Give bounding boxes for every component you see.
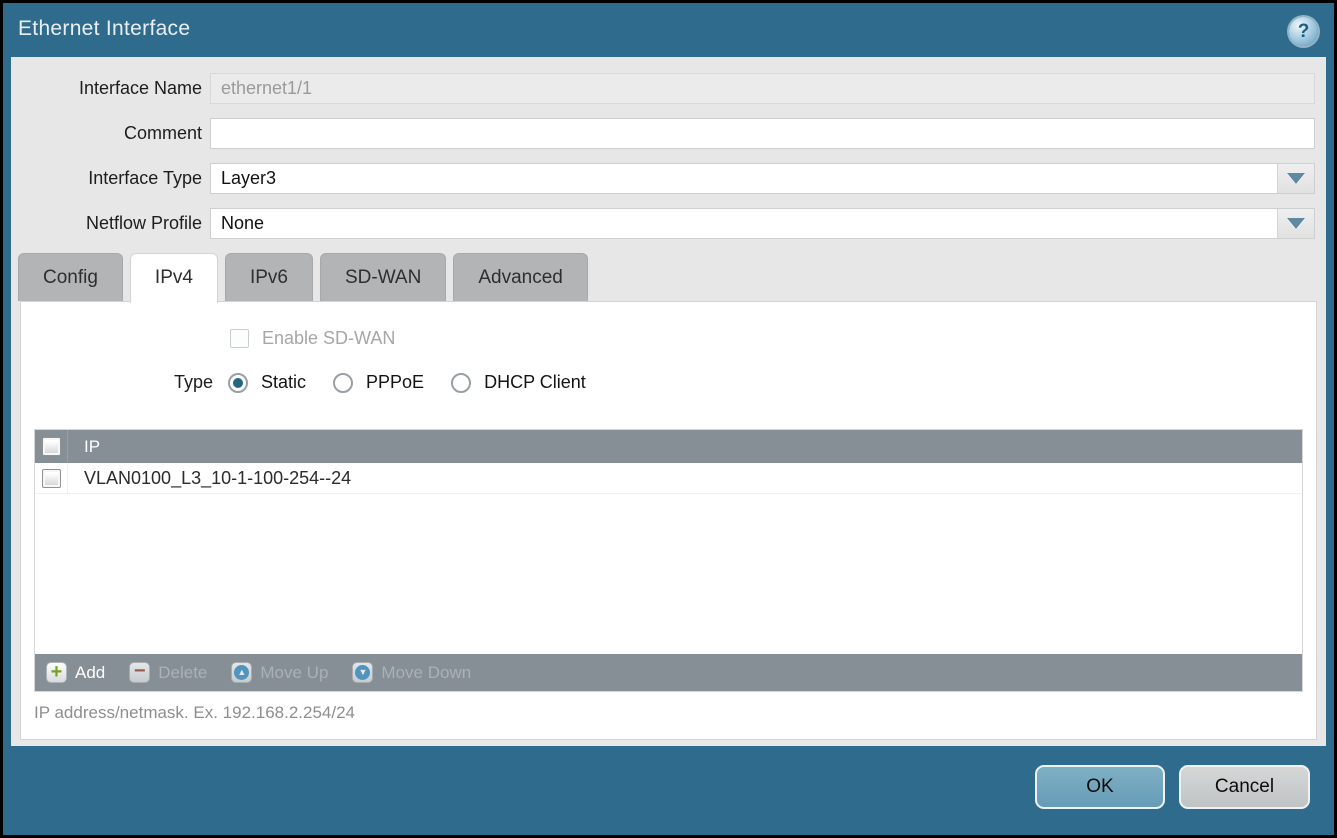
- ip-table-header: IP: [35, 430, 1302, 463]
- move-down-button: ▼ Move Down: [352, 662, 471, 683]
- radio-unselected-icon: [333, 373, 353, 393]
- interface-type-dropdown[interactable]: Layer3: [210, 163, 1315, 194]
- delete-button: − Delete: [129, 662, 207, 683]
- radio-pppoe[interactable]: PPPoE: [333, 372, 424, 393]
- ok-button[interactable]: OK: [1035, 765, 1165, 809]
- tab-ipv4[interactable]: IPv4: [130, 253, 218, 303]
- ethernet-interface-dialog: Ethernet Interface ? Interface Name Comm…: [3, 3, 1334, 835]
- radio-static[interactable]: Static: [228, 372, 306, 393]
- interface-type-label: Interface Type: [11, 163, 202, 194]
- comment-label: Comment: [11, 118, 202, 149]
- interface-type-dropdown-button[interactable]: [1277, 164, 1314, 193]
- help-icon: ?: [1298, 22, 1310, 41]
- netflow-profile-label: Netflow Profile: [11, 208, 202, 239]
- select-all-checkbox[interactable]: [42, 437, 61, 456]
- type-label: Type: [21, 372, 213, 393]
- radio-selected-icon: [228, 373, 248, 393]
- row-checkbox[interactable]: [42, 469, 61, 488]
- chevron-down-icon: [1287, 218, 1305, 229]
- type-radio-group: Type Static PPPoE DHCP Client: [21, 372, 613, 393]
- ipv4-tab-panel: Enable SD-WAN Type Static PPPoE DHCP Cli…: [20, 301, 1317, 740]
- move-up-button: ▲ Move Up: [231, 662, 328, 683]
- add-button[interactable]: + Add: [46, 662, 105, 683]
- dialog-footer: OK Cancel: [3, 746, 1334, 835]
- comment-field-wrap: [210, 118, 1315, 149]
- ip-column-header: IP: [68, 437, 100, 457]
- tab-advanced[interactable]: Advanced: [453, 253, 588, 301]
- table-toolbar: + Add − Delete ▲ Move Up: [35, 654, 1302, 691]
- interface-name-field: [210, 73, 1315, 104]
- netflow-profile-dropdown-button[interactable]: [1277, 209, 1314, 238]
- cancel-button[interactable]: Cancel: [1179, 765, 1310, 809]
- enable-sdwan-label: Enable SD-WAN: [262, 328, 395, 349]
- netflow-profile-value: None: [211, 209, 1277, 238]
- interface-name-field-wrap: [210, 73, 1315, 104]
- chevron-down-icon: [1287, 173, 1305, 184]
- table-row[interactable]: VLAN0100_L3_10-1-100-254--24: [35, 463, 1302, 494]
- ip-table: IP VLAN0100_L3_10-1-100-254--24 + Add: [34, 429, 1303, 692]
- comment-field[interactable]: [210, 118, 1315, 149]
- tab-sdwan[interactable]: SD-WAN: [320, 253, 446, 301]
- ip-help-text: IP address/netmask. Ex. 192.168.2.254/24: [34, 703, 355, 723]
- radio-unselected-icon: [451, 373, 471, 393]
- radio-dhcp-client[interactable]: DHCP Client: [451, 372, 586, 393]
- plus-icon: +: [46, 662, 67, 683]
- interface-type-value: Layer3: [211, 164, 1277, 193]
- dialog-title: Ethernet Interface: [18, 17, 190, 41]
- arrow-down-icon: ▼: [352, 662, 373, 683]
- arrow-up-icon: ▲: [231, 662, 252, 683]
- enable-sdwan-row: Enable SD-WAN: [230, 328, 395, 349]
- tab-ipv6[interactable]: IPv6: [225, 253, 313, 301]
- enable-sdwan-checkbox: [230, 329, 249, 348]
- ip-row-value: VLAN0100_L3_10-1-100-254--24: [68, 468, 351, 489]
- interface-name-label: Interface Name: [11, 73, 202, 104]
- tab-bar: Config IPv4 IPv6 SD-WAN Advanced: [18, 253, 588, 301]
- dialog-body: Interface Name Comment Interface Type La…: [11, 57, 1326, 746]
- table-empty-area: [35, 494, 1302, 654]
- minus-icon: −: [129, 662, 150, 683]
- netflow-profile-dropdown[interactable]: None: [210, 208, 1315, 239]
- titlebar: Ethernet Interface ?: [3, 3, 1334, 57]
- help-button[interactable]: ?: [1289, 17, 1318, 46]
- tab-config[interactable]: Config: [18, 253, 123, 301]
